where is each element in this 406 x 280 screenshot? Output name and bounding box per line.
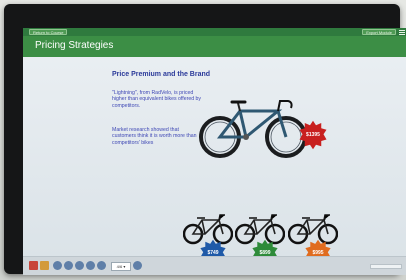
- page-counter[interactable]: 4/6 ▾: [111, 262, 131, 271]
- monitor-bezel: Return to Course Export Module Pricing S…: [4, 4, 406, 275]
- slide-paragraph-2: Market research showed that customers th…: [112, 127, 197, 146]
- volume-icon[interactable]: [75, 261, 84, 270]
- elearning-screen: Return to Course Export Module Pricing S…: [23, 28, 406, 275]
- slide-paragraph-1: "Lightning", from RadVelo, is priced hig…: [112, 90, 202, 109]
- slide-content: Price Premium and the Brand "Lightning",…: [23, 57, 406, 267]
- top-toolbar: Return to Course Export Module: [23, 28, 406, 36]
- module-header: Pricing Strategies: [23, 36, 406, 57]
- slide-title: Price Premium and the Brand: [112, 71, 211, 78]
- menu-icon[interactable]: [399, 29, 405, 35]
- flag-icon[interactable]: [29, 261, 38, 270]
- main-bike-image: [199, 100, 307, 158]
- player-controls-bar: 4/6 ▾: [23, 256, 406, 275]
- settings-icon[interactable]: [97, 261, 106, 270]
- page-title: Pricing Strategies: [35, 40, 114, 51]
- captions-icon[interactable]: [86, 261, 95, 270]
- return-to-course-button[interactable]: Return to Course: [29, 29, 68, 35]
- main-price-label: $1395: [306, 132, 320, 138]
- export-module-button[interactable]: Export Module: [362, 29, 396, 35]
- progress-track[interactable]: [370, 264, 402, 269]
- bookmark-icon[interactable]: [40, 261, 49, 270]
- next-icon[interactable]: [133, 261, 142, 270]
- play-icon[interactable]: [64, 261, 73, 270]
- main-price-badge: $1395: [298, 120, 328, 150]
- rewind-icon[interactable]: [53, 261, 62, 270]
